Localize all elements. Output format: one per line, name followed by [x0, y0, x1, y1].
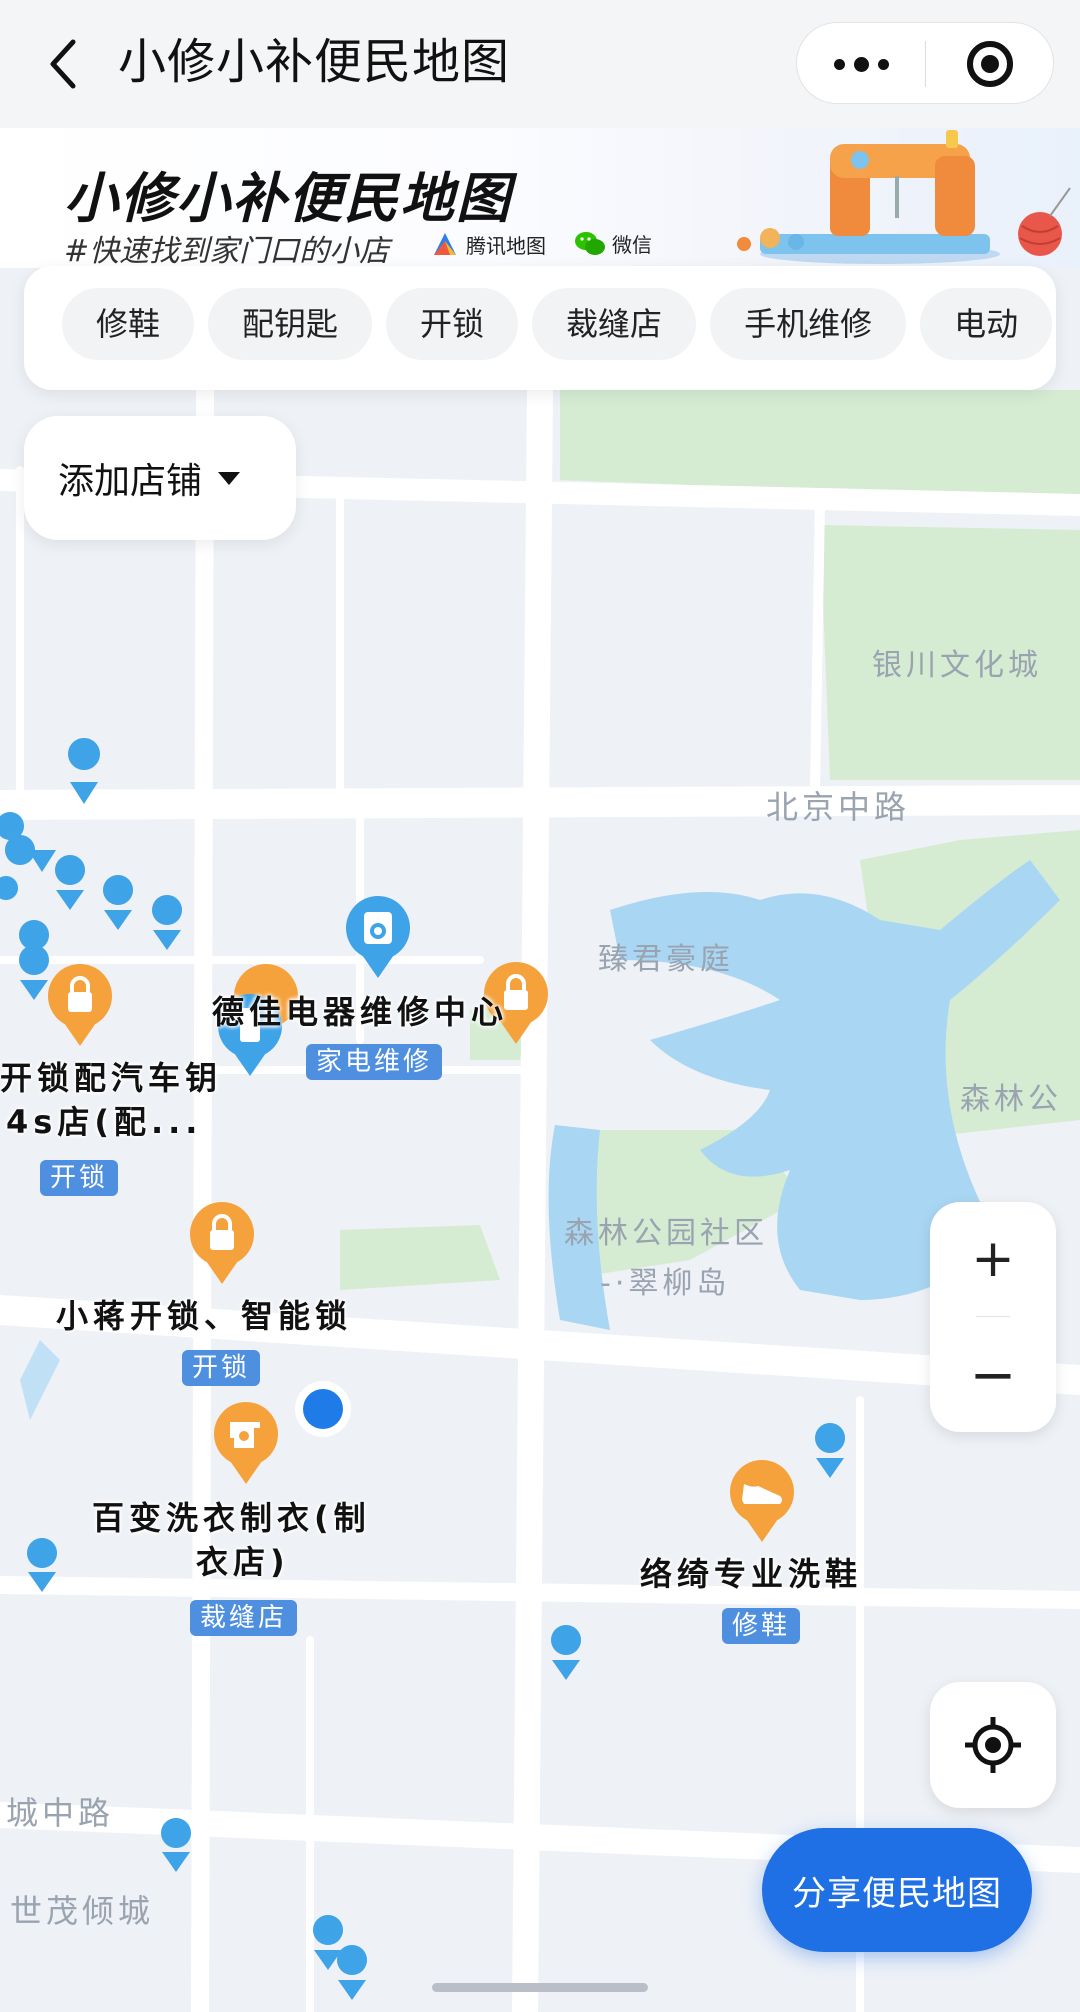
poi-category-tag: 裁缝店	[190, 1600, 298, 1636]
tencent-map-label: 腾讯地图	[466, 233, 546, 258]
page-title: 小修小补便民地图	[118, 34, 511, 90]
poi-category-tag: 家电维修	[306, 1044, 443, 1080]
appliance-pin[interactable]	[342, 894, 414, 980]
poi-name[interactable]: 络绮专业洗鞋	[640, 1552, 862, 1596]
locate-icon	[965, 1717, 1021, 1773]
add-store-dropdown[interactable]: 添加店铺	[24, 416, 296, 540]
category-chip-unlock[interactable]: 开锁	[386, 288, 519, 360]
poi-name-line2[interactable]: 衣店)	[196, 1540, 290, 1584]
poi-name-line2[interactable]: 4s店(配...	[6, 1100, 202, 1144]
tailor-pin[interactable]	[210, 1400, 282, 1486]
wechat-logo: 微信	[574, 229, 652, 258]
more-icon	[833, 56, 889, 72]
poi-category-tag: 开锁	[182, 1350, 261, 1386]
locate-me-button[interactable]	[930, 1682, 1056, 1808]
share-map-button[interactable]: 分享便民地图	[762, 1828, 1032, 1952]
lock-pin[interactable]	[186, 1200, 258, 1286]
tencent-map-logo: 腾讯地图	[430, 229, 546, 259]
poi-category-tag: 开锁	[40, 1160, 119, 1196]
shoe-pin[interactable]	[726, 1458, 798, 1544]
map-label-forest-park: 森林公	[960, 1082, 1062, 1117]
zoom-in-button[interactable]: +	[930, 1202, 1056, 1316]
category-bar: 修鞋 配钥匙 开锁 裁缝店 手机维修 电动	[24, 266, 1056, 390]
wechat-icon	[575, 231, 605, 255]
wechat-label: 微信	[612, 233, 652, 257]
poi-name[interactable]: 开锁配汽车钥	[0, 1056, 222, 1100]
category-chip-shoe-repair[interactable]: 修鞋	[62, 288, 195, 360]
back-icon	[50, 39, 76, 89]
map-label-city-road: 城中路	[6, 1794, 115, 1832]
map-label-cuiliu: -·翠柳岛	[600, 1266, 731, 1301]
map-label-community: 森林公园社区	[564, 1216, 768, 1251]
poi-category-tag: 修鞋	[722, 1608, 801, 1644]
map-label-culture-city: 银川文化城	[872, 648, 1042, 683]
poi-name[interactable]: 百变洗衣制衣(制	[92, 1496, 371, 1540]
washer-icon	[364, 912, 392, 944]
lock-pin[interactable]	[44, 962, 116, 1048]
category-chip-tailor[interactable]: 裁缝店	[532, 288, 697, 360]
back-button[interactable]	[38, 34, 88, 94]
current-location-dot	[295, 1381, 351, 1437]
poi-name[interactable]: 小蒋开锁、智能锁	[56, 1294, 352, 1338]
banner-title: 小修小补便民地图	[64, 167, 512, 230]
target-icon	[967, 41, 1013, 87]
map-canvas[interactable]	[0, 390, 1080, 2012]
category-chip-electric[interactable]: 电动	[920, 288, 1053, 360]
sewing-machine-illustration	[737, 130, 1071, 264]
tencent-map-icon	[434, 233, 456, 255]
map-label-beijing-road: 北京中路	[766, 788, 911, 826]
more-button[interactable]	[797, 23, 925, 105]
category-chip-phone-repair[interactable]: 手机维修	[710, 288, 907, 360]
poi-name[interactable]: 德佳电器维修中心	[212, 990, 508, 1034]
dropdown-icon	[218, 471, 241, 485]
add-store-label: 添加店铺	[58, 461, 203, 502]
banner-subtitle: #快速找到家门口的小店	[64, 234, 390, 269]
category-chip-key-copy[interactable]: 配钥匙	[208, 288, 373, 360]
close-miniprogram-button[interactable]	[926, 23, 1054, 105]
home-indicator	[432, 1983, 648, 1992]
map-label-zhenjun: 臻君豪庭	[598, 942, 734, 977]
zoom-control: + −	[930, 1202, 1056, 1432]
map-label-shimao: 世茂倾城	[10, 1892, 155, 1930]
zoom-out-button[interactable]: −	[930, 1318, 1056, 1432]
mini-program-capsule	[796, 22, 1054, 104]
